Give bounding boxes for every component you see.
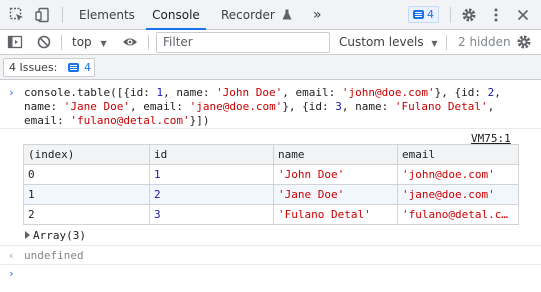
cell-email: 'jane@doe.com'	[397, 184, 519, 205]
eye-icon[interactable]	[122, 34, 138, 50]
cell-name: 'John Doe'	[273, 164, 398, 185]
array-summary: Array(3)	[33, 229, 86, 242]
code-text: ,	[487, 100, 495, 113]
log-levels-dropdown[interactable]: Custom levels ▼	[339, 30, 438, 55]
hidden-messages-count: 2 hidden	[458, 35, 511, 49]
cell-index: 2	[23, 204, 150, 225]
cell-id: 2	[149, 184, 274, 205]
context-selector[interactable]: top ▼	[72, 30, 107, 55]
toolbar-separator	[61, 35, 62, 50]
code-text: , name:	[163, 86, 217, 99]
table-header-row: (index) id name email	[23, 144, 519, 165]
console-command: console.table([{id: 1, name: 'John Doe',…	[24, 86, 524, 128]
console-table: (index) id name email 0 1 'John Doe' 'jo…	[23, 144, 519, 225]
console-prompt-icon[interactable]: ›	[8, 267, 15, 280]
context-selector-value: top	[72, 35, 92, 49]
column-header-index[interactable]: (index)	[23, 144, 150, 165]
tab-recorder[interactable]: Recorder	[221, 0, 292, 30]
code-number: 3	[335, 100, 342, 113]
expand-triangle-icon	[25, 231, 30, 239]
code-string: 'john@doe.com'	[341, 86, 435, 99]
code-string: 'fulano@detal.com'	[70, 114, 190, 127]
issues-label: 4 Issues:	[9, 61, 58, 74]
code-text: , name:	[341, 100, 395, 113]
code-text: name:	[24, 100, 64, 113]
code-text: , email:	[282, 86, 342, 99]
toolbar-separator	[148, 35, 149, 50]
issues-button[interactable]: 4 Issues: 4	[3, 58, 95, 77]
column-header-email[interactable]: email	[397, 144, 519, 165]
cell-id: 3	[149, 204, 274, 225]
code-text: }, {id:	[434, 86, 488, 99]
experiment-flask-icon	[282, 9, 292, 20]
table-row[interactable]: 0 1 'John Doe' 'john@doe.com'	[23, 164, 519, 185]
table-row[interactable]: 1 2 'Jane Doe' 'jane@doe.com'	[23, 184, 519, 205]
chevron-down-icon: ▼	[431, 39, 438, 48]
code-text: }, {id:	[282, 100, 336, 113]
issues-badge[interactable]: 4	[408, 6, 439, 23]
code-string: 'jane@doe.com'	[189, 100, 283, 113]
code-text: , email:	[129, 100, 190, 113]
tab-console[interactable]: Console	[146, 0, 206, 30]
message-divider	[0, 128, 541, 129]
code-text: email:	[24, 114, 71, 127]
console-toolbar: top ▼ Filter Custom levels ▼ 2 hidden	[0, 30, 541, 55]
tab-separator	[62, 7, 63, 23]
array-expander[interactable]: Array(3)	[25, 229, 86, 242]
close-icon[interactable]	[515, 7, 531, 23]
column-header-name[interactable]: name	[273, 144, 398, 165]
code-string: 'John Doe'	[216, 86, 283, 99]
issues-bar: 4 Issues: 4	[0, 55, 541, 80]
cell-index: 1	[23, 184, 150, 205]
issues-count: 4	[84, 61, 91, 74]
code-string: 'Jane Doe'	[63, 100, 130, 113]
cell-index: 0	[23, 164, 150, 185]
filter-input[interactable]: Filter	[156, 32, 330, 53]
issues-message-icon	[413, 10, 424, 19]
kebab-menu-icon[interactable]	[488, 7, 504, 23]
tab-elements[interactable]: Elements	[79, 0, 135, 30]
gear-icon[interactable]	[461, 7, 477, 23]
message-divider	[0, 264, 541, 265]
cell-id: 1	[149, 164, 274, 185]
log-levels-label: Custom levels	[339, 35, 424, 49]
cell-email: 'john@doe.com'	[397, 164, 519, 185]
command-chevron-icon: ›	[8, 86, 15, 99]
result-value: undefined	[24, 249, 84, 262]
code-text: console.table([{id:	[24, 86, 157, 99]
cell-name: 'Jane Doe'	[273, 184, 398, 205]
inspect-element-icon[interactable]	[9, 7, 25, 23]
code-text: }])	[189, 114, 210, 127]
message-divider	[0, 245, 541, 246]
code-string: 'Fulano Detal'	[394, 100, 488, 113]
chevron-down-icon: ▼	[100, 39, 107, 48]
table-row[interactable]: 2 3 'Fulano Detal' 'fulano@detal.com'	[23, 204, 519, 225]
devtools-tabbar: Elements Console Recorder » 4	[0, 0, 541, 30]
cell-email: 'fulano@detal.com'	[397, 204, 519, 225]
toolbar-separator	[446, 35, 447, 50]
issues-badge-count: 4	[427, 8, 434, 21]
cell-name: 'Fulano Detal'	[273, 204, 398, 225]
column-header-id[interactable]: id	[149, 144, 274, 165]
tab-recorder-label: Recorder	[221, 8, 275, 22]
console-settings-gear-icon[interactable]	[516, 34, 532, 50]
result-chevron-icon: ‹	[8, 249, 15, 262]
more-tabs-button[interactable]: »	[313, 0, 322, 30]
issues-message-icon	[68, 63, 79, 72]
sidebar-toggle-icon[interactable]	[7, 34, 23, 50]
device-toolbar-icon[interactable]	[35, 7, 51, 23]
tab-separator	[450, 7, 451, 23]
clear-console-icon[interactable]	[36, 34, 52, 50]
code-text: ,	[494, 86, 501, 99]
